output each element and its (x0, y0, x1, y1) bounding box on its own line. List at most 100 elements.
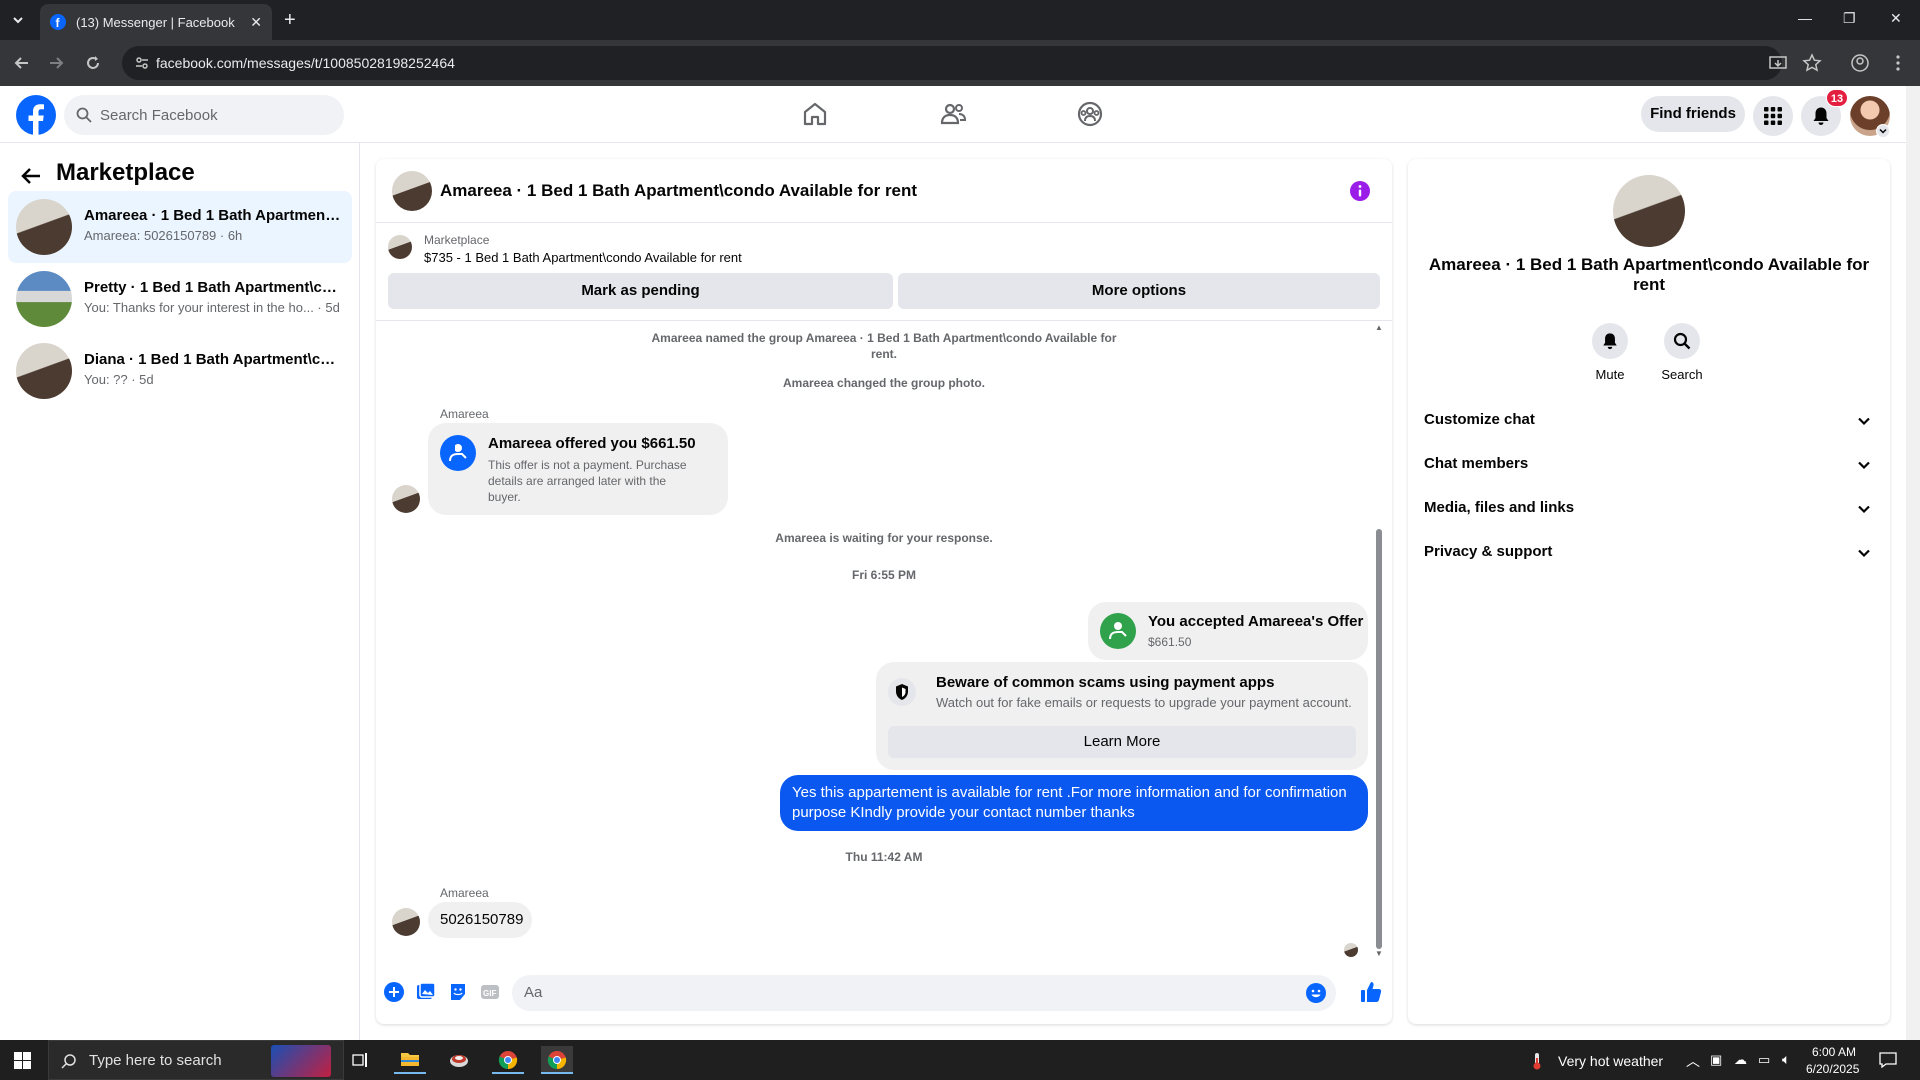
sender-avatar[interactable] (392, 485, 420, 513)
message-input[interactable]: Aa (512, 975, 1336, 1011)
scam-warning-card: Beware of common scams using payment app… (876, 662, 1368, 770)
facebook-logo-icon[interactable] (16, 95, 56, 135)
chat-title[interactable]: Amareea · 1 Bed 1 Bath Apartment\condo A… (440, 181, 917, 201)
listing-thumbnail (388, 235, 412, 259)
notification-badge: 13 (1826, 89, 1848, 107)
network-icon[interactable]: ▭ (1758, 1052, 1770, 1068)
more-options-button[interactable]: More options (898, 273, 1380, 309)
privacy-support-row[interactable]: Privacy & support (1424, 531, 1874, 575)
conversation-name: Amareea · 1 Bed 1 Bath Apartment\condo A… (84, 207, 344, 224)
notification-center-icon[interactable] (1879, 1052, 1897, 1068)
tab-close-icon[interactable]: ✕ (250, 14, 262, 31)
clock-time[interactable]: 6:00 AM (1812, 1045, 1856, 1059)
chrome-icon[interactable] (492, 1046, 524, 1074)
chrome-profile-icon[interactable] (541, 1046, 573, 1074)
install-app-icon[interactable] (1768, 53, 1788, 73)
sender-avatar[interactable] (392, 908, 420, 936)
site-info-icon[interactable] (134, 55, 150, 71)
meet-now-icon[interactable]: ▣ (1710, 1052, 1722, 1068)
app-icon[interactable] (443, 1046, 475, 1074)
facebook-search-input[interactable]: Search Facebook (64, 95, 344, 135)
mute-button[interactable]: Mute (1580, 323, 1640, 382)
browser-tab[interactable]: f (13) Messenger | Facebook ✕ (40, 4, 272, 40)
menu-grid-button[interactable] (1753, 96, 1793, 136)
show-hidden-icons-icon[interactable]: ︿ (1686, 1051, 1700, 1071)
photo-icon[interactable] (416, 982, 436, 1002)
chat-header: Amareea · 1 Bed 1 Bath Apartment\condo A… (376, 159, 1392, 223)
mark-as-pending-button[interactable]: Mark as pending (388, 273, 893, 309)
section-label: Privacy & support (1424, 543, 1553, 560)
volume-icon[interactable]: 🔈︎ (1782, 1051, 1790, 1068)
groups-icon[interactable] (1076, 100, 1104, 128)
accepted-icon (1100, 613, 1136, 649)
chevron-down-icon (1854, 455, 1874, 475)
accepted-title: You accepted Amareea's Offer (1148, 613, 1364, 630)
account-chevron-icon[interactable] (1876, 124, 1890, 138)
customize-chat-row[interactable]: Customize chat (1424, 399, 1874, 443)
bookmark-star-icon[interactable] (1802, 53, 1822, 73)
task-view-icon[interactable] (344, 1046, 376, 1074)
new-tab-button[interactable]: + (284, 10, 296, 30)
chat-details-panel: Amareea · 1 Bed 1 Bath Apartment\condo A… (1408, 159, 1890, 1024)
message-thread: Amareea named the group Amareea · 1 Bed … (376, 321, 1392, 961)
close-window-button[interactable]: ✕ (1890, 10, 1902, 27)
home-icon[interactable] (801, 100, 829, 128)
chat-members-row[interactable]: Chat members (1424, 443, 1874, 487)
thumbs-up-icon[interactable] (1360, 981, 1382, 1003)
conversation-item[interactable]: Pretty · 1 Bed 1 Bath Apartment\condo Av… (8, 263, 352, 335)
system-message: rent. (870, 347, 897, 361)
back-arrow-icon[interactable] (20, 165, 42, 187)
scroll-down-icon[interactable]: ▼ (1375, 949, 1383, 958)
back-icon[interactable] (12, 53, 32, 73)
find-friends-button[interactable]: Find friends (1641, 96, 1745, 132)
search-label: Search (1661, 367, 1703, 382)
conversation-item[interactable]: Diana · 1 Bed 1 Bath Apartment\condo Ava… (8, 335, 352, 407)
listing-price[interactable]: $735 - 1 Bed 1 Bath Apartment\condo Avai… (424, 250, 742, 265)
search-chat-button[interactable]: Search (1652, 323, 1712, 382)
offer-icon (440, 435, 476, 471)
accepted-offer-card[interactable]: You accepted Amareea's Offer $661.50 (1088, 602, 1368, 660)
minimize-button[interactable]: — (1798, 10, 1812, 26)
maximize-button[interactable]: ❐ (1843, 10, 1856, 27)
taskbar-search-placeholder: Type here to search (89, 1052, 222, 1069)
details-avatar[interactable] (1613, 175, 1685, 247)
info-icon[interactable] (1350, 181, 1370, 201)
file-explorer-icon[interactable] (394, 1046, 426, 1074)
scroll-thumb[interactable] (1376, 529, 1382, 949)
conversation-preview: You: Thanks for your interest in the ho.… (84, 300, 340, 315)
chat-avatar[interactable] (392, 171, 432, 211)
sticker-icon[interactable] (448, 982, 468, 1002)
offer-card[interactable]: Amareea offered you $661.50 This offer i… (428, 423, 728, 515)
my-message-bubble[interactable]: Yes this appartement is available for re… (780, 775, 1368, 831)
taskbar-search-input[interactable]: Type here to search (48, 1040, 344, 1080)
media-files-links-row[interactable]: Media, files and links (1424, 487, 1874, 531)
accepted-amount: $661.50 (1148, 635, 1192, 649)
scroll-up-icon[interactable]: ▲ (1375, 323, 1383, 332)
reload-icon[interactable] (83, 53, 103, 73)
address-bar[interactable]: facebook.com/messages/t/1008502819825246… (122, 46, 1782, 80)
forward-icon[interactable] (46, 53, 66, 73)
gif-icon[interactable]: GIF (480, 982, 500, 1002)
thermometer-icon (1530, 1052, 1544, 1070)
browser-profile-icon[interactable] (1850, 53, 1870, 73)
reply-message-bubble[interactable]: 5026150789 (428, 902, 532, 938)
tab-search-icon[interactable] (10, 12, 30, 28)
conversation-item[interactable]: Amareea · 1 Bed 1 Bath Apartment\condo A… (8, 191, 352, 263)
chevron-down-icon (1854, 411, 1874, 431)
clock-date[interactable]: 6/20/2025 (1806, 1062, 1859, 1076)
friends-icon[interactable] (939, 100, 967, 128)
learn-more-button[interactable]: Learn More (888, 726, 1356, 758)
magnifier-icon (1664, 323, 1700, 359)
weather-text[interactable]: Very hot weather (1558, 1053, 1663, 1069)
windows-start-icon[interactable] (14, 1052, 31, 1069)
section-label: Chat members (1424, 455, 1529, 472)
plus-circle-icon[interactable] (384, 982, 404, 1002)
thread-scrollbar[interactable]: ▲ ▼ (1374, 323, 1384, 959)
emoji-icon[interactable] (1306, 983, 1326, 1003)
browser-menu-icon[interactable] (1888, 53, 1908, 73)
marketplace-sidebar: Marketplace Amareea · 1 Bed 1 Bath Apart… (0, 143, 360, 1040)
cloud-icon[interactable]: ☁ (1734, 1052, 1747, 1068)
details-title: Amareea · 1 Bed 1 Bath Apartment\condo A… (1428, 255, 1870, 294)
scam-body: Watch out for fake emails or requests to… (936, 695, 1352, 710)
page-scrollbar[interactable] (1906, 86, 1920, 1040)
